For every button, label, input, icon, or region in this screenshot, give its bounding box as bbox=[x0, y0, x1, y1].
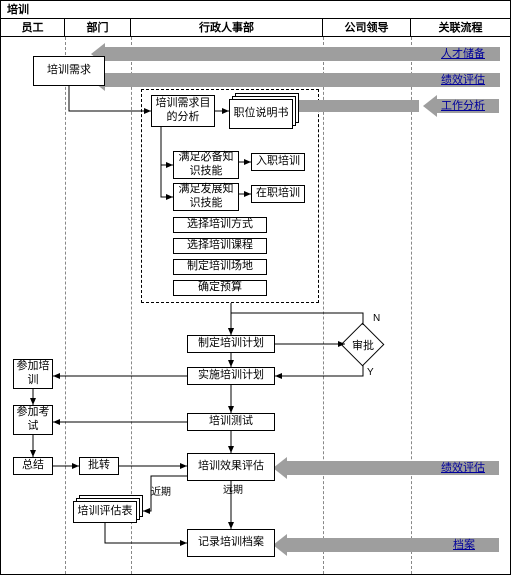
swim-divider-1 bbox=[131, 37, 132, 574]
box-attend-exam: 参加考试 bbox=[13, 405, 53, 435]
diagram-frame: 培训 员工 部门 行政人事部 公司领导 关联流程 人才储备 绩效评估 工作分析 … bbox=[0, 0, 511, 575]
box-job-desc: 职位说明书 bbox=[229, 99, 293, 129]
label-y: Y bbox=[367, 367, 374, 378]
swim-divider-0 bbox=[65, 37, 66, 574]
box-make-plan: 制定培训计划 bbox=[187, 335, 275, 353]
arrow-job-analysis-ext bbox=[299, 100, 419, 112]
box-record-archive: 记录培训档案 bbox=[187, 529, 275, 557]
box-attend-training: 参加培训 bbox=[13, 359, 53, 389]
label-short-term: 近期 bbox=[151, 483, 171, 498]
box-effect-eval: 培训效果评估 bbox=[187, 453, 275, 481]
box-summary: 总结 bbox=[13, 457, 53, 475]
label-n: N bbox=[373, 313, 380, 324]
label-long-term: 远期 bbox=[223, 481, 243, 496]
link-archive[interactable]: 档案 bbox=[453, 536, 475, 552]
box-meet-basic: 满足必备知识技能 bbox=[173, 151, 239, 179]
box-set-venue: 制定培训场地 bbox=[173, 259, 267, 275]
link-talent-reserve[interactable]: 人才储备 bbox=[441, 45, 485, 61]
link-job-analysis[interactable]: 工作分析 bbox=[441, 97, 485, 113]
swimlane-header: 员工 部门 行政人事部 公司领导 关联流程 bbox=[1, 19, 510, 37]
box-onboard-training: 入职培训 bbox=[251, 153, 305, 171]
box-exec-plan: 实施培训计划 bbox=[187, 367, 275, 385]
swim-divider-2 bbox=[323, 37, 324, 574]
box-forward: 批转 bbox=[79, 457, 119, 475]
box-training-need: 培训需求 bbox=[33, 56, 105, 86]
col-employee: 员工 bbox=[1, 19, 65, 36]
box-eval-form: 培训评估表 bbox=[73, 501, 137, 523]
diagram-title: 培训 bbox=[1, 1, 510, 19]
col-hr: 行政人事部 bbox=[131, 19, 323, 36]
box-set-budget: 确定预算 bbox=[173, 280, 267, 296]
col-related: 关联流程 bbox=[411, 19, 510, 36]
decision-approval-label: 审批 bbox=[341, 337, 385, 353]
col-department: 部门 bbox=[65, 19, 131, 36]
box-training-test: 培训测试 bbox=[187, 413, 275, 431]
box-need-analysis: 培训需求目的分析 bbox=[151, 95, 215, 127]
box-meet-dev: 满足发展知识技能 bbox=[173, 183, 239, 211]
box-choose-course: 选择培训课程 bbox=[173, 238, 267, 254]
link-performance-eval[interactable]: 绩效评估 bbox=[441, 71, 485, 87]
col-leader: 公司领导 bbox=[323, 19, 411, 36]
decision-approval: 审批 bbox=[341, 323, 385, 367]
swim-divider-3 bbox=[411, 37, 412, 574]
box-choose-method: 选择培训方式 bbox=[173, 217, 267, 233]
link-performance-eval2[interactable]: 绩效评估 bbox=[441, 459, 485, 475]
box-onjob-training: 在职培训 bbox=[251, 185, 305, 203]
